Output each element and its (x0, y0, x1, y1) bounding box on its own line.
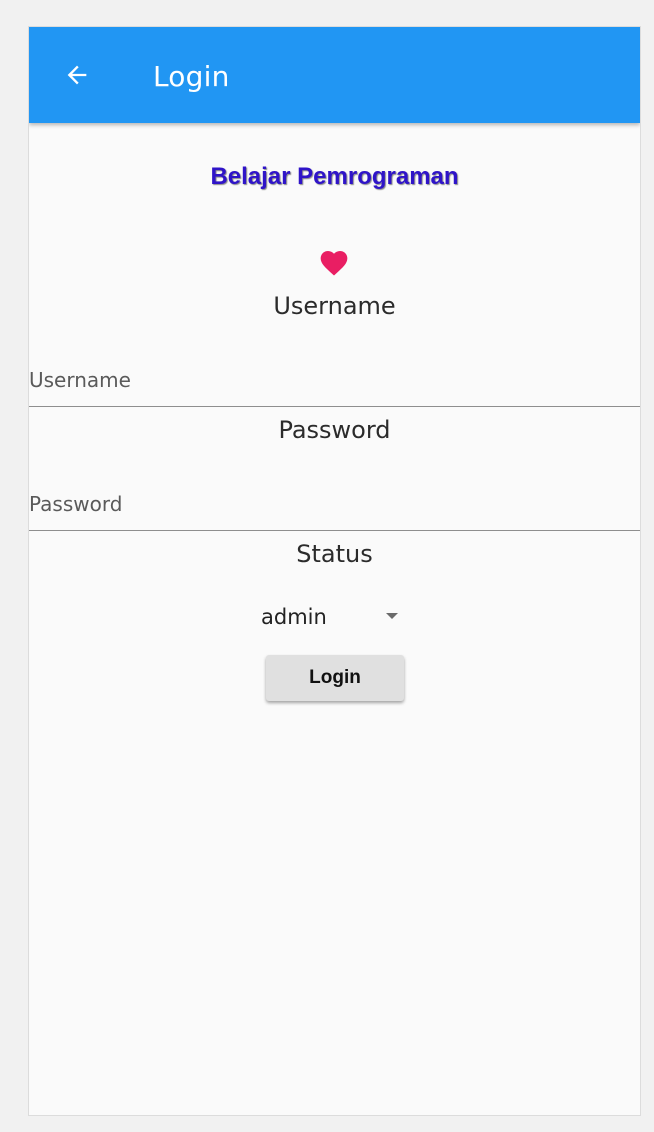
username-input[interactable] (29, 354, 640, 406)
page-title: Login (153, 60, 230, 93)
back-button[interactable] (53, 51, 101, 99)
status-dropdown[interactable]: admin (259, 597, 409, 637)
password-field-container (29, 478, 640, 531)
login-button[interactable]: Login (266, 655, 404, 701)
arrow-drop-down-icon (386, 613, 398, 619)
username-field-container (29, 354, 640, 407)
headline-text: Belajar Pemrograman (210, 163, 459, 190)
username-label: Username (273, 292, 396, 320)
arrow-back-icon (67, 65, 87, 85)
status-selected-value: admin (261, 605, 327, 629)
app-screen: Login Belajar Pemrograman Username Passw… (28, 26, 641, 1116)
status-label: Status (296, 540, 373, 568)
app-bar: Login (29, 27, 640, 123)
password-label: Password (278, 416, 391, 444)
heart-icon (320, 251, 348, 276)
password-input[interactable] (29, 478, 640, 530)
